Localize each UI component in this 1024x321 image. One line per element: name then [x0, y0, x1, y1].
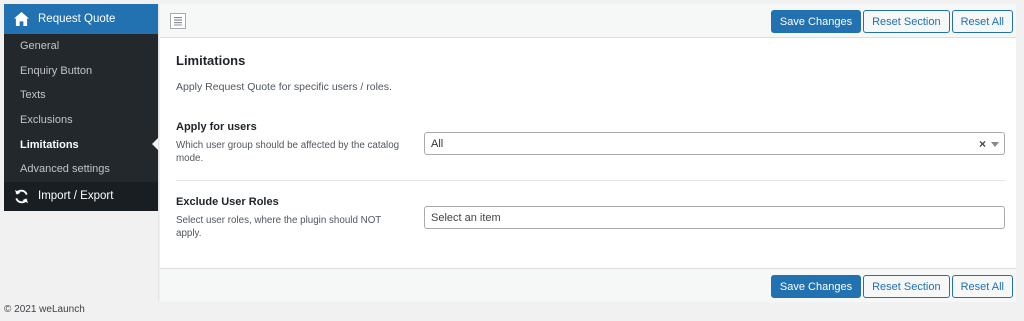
expand-options-icon[interactable] — [170, 13, 186, 29]
page-description: Apply Request Quote for specific users /… — [176, 81, 392, 93]
field-divider — [176, 180, 1005, 181]
sidebar-item-label: Advanced settings — [20, 163, 110, 176]
sidebar-item-texts[interactable]: Texts — [4, 83, 158, 108]
sync-icon — [14, 189, 29, 203]
save-changes-button-bottom[interactable]: Save Changes — [770, 275, 862, 298]
exclude-user-roles-label: Exclude User Roles — [176, 196, 279, 208]
list-icon — [174, 17, 182, 26]
sidebar-header[interactable]: Request Quote — [4, 4, 158, 34]
sidebar-section-import-export[interactable]: Import / Export — [4, 181, 158, 211]
chevron-down-icon — [991, 142, 999, 147]
footer-copyright: © 2021 weLaunch — [4, 304, 85, 315]
sidebar: Request Quote General Enquiry Button Tex… — [4, 4, 159, 301]
apply-for-users-description: Which user group should be affected by t… — [176, 140, 400, 164]
reset-all-button-bottom[interactable]: Reset All — [951, 275, 1013, 298]
sidebar-item-exclusions[interactable]: Exclusions — [4, 108, 158, 133]
page-title: Limitations — [176, 53, 246, 68]
sidebar-item-label: General — [20, 40, 60, 53]
top-button-group: Save Changes Reset Section Reset All — [770, 10, 1013, 33]
sidebar-item-limitations[interactable]: Limitations — [4, 132, 158, 157]
bottom-toolbar: Save Changes Reset Section Reset All — [160, 268, 1016, 302]
main-panel: Limitations Apply Request Quote for spec… — [160, 38, 1016, 268]
reset-section-button[interactable]: Reset Section — [863, 10, 950, 33]
save-changes-button[interactable]: Save Changes — [770, 10, 862, 33]
sidebar-header-label: Request Quote — [38, 13, 116, 25]
exclude-user-roles-select[interactable]: Select an item — [424, 206, 1005, 229]
bottom-button-group: Save Changes Reset Section Reset All — [770, 275, 1013, 298]
top-toolbar: Save Changes Reset Section Reset All — [160, 4, 1016, 38]
exclude-user-roles-placeholder: Select an item — [431, 211, 501, 224]
apply-for-users-select[interactable]: All × — [424, 132, 1005, 155]
clear-selection-icon[interactable]: × — [979, 137, 986, 151]
sidebar-item-enquiry-button[interactable]: Enquiry Button — [4, 59, 158, 84]
sidebar-item-label: Texts — [20, 89, 46, 102]
sidebar-item-general[interactable]: General — [4, 34, 158, 59]
reset-section-button-bottom[interactable]: Reset Section — [863, 275, 950, 298]
sidebar-item-label: Limitations — [20, 138, 79, 151]
apply-for-users-value: All — [431, 137, 444, 150]
sidebar-item-label: Enquiry Button — [20, 64, 93, 77]
home-icon — [14, 12, 29, 26]
reset-all-button[interactable]: Reset All — [951, 10, 1013, 33]
sidebar-item-advanced-settings[interactable]: Advanced settings — [4, 157, 158, 182]
apply-for-users-label: Apply for users — [176, 121, 257, 133]
sidebar-menu: General Enquiry Button Texts Exclusions … — [4, 34, 158, 182]
sidebar-section-label: Import / Export — [38, 190, 114, 203]
sidebar-item-label: Exclusions — [20, 114, 73, 127]
exclude-user-roles-description: Select user roles, where the plugin shou… — [176, 215, 382, 239]
